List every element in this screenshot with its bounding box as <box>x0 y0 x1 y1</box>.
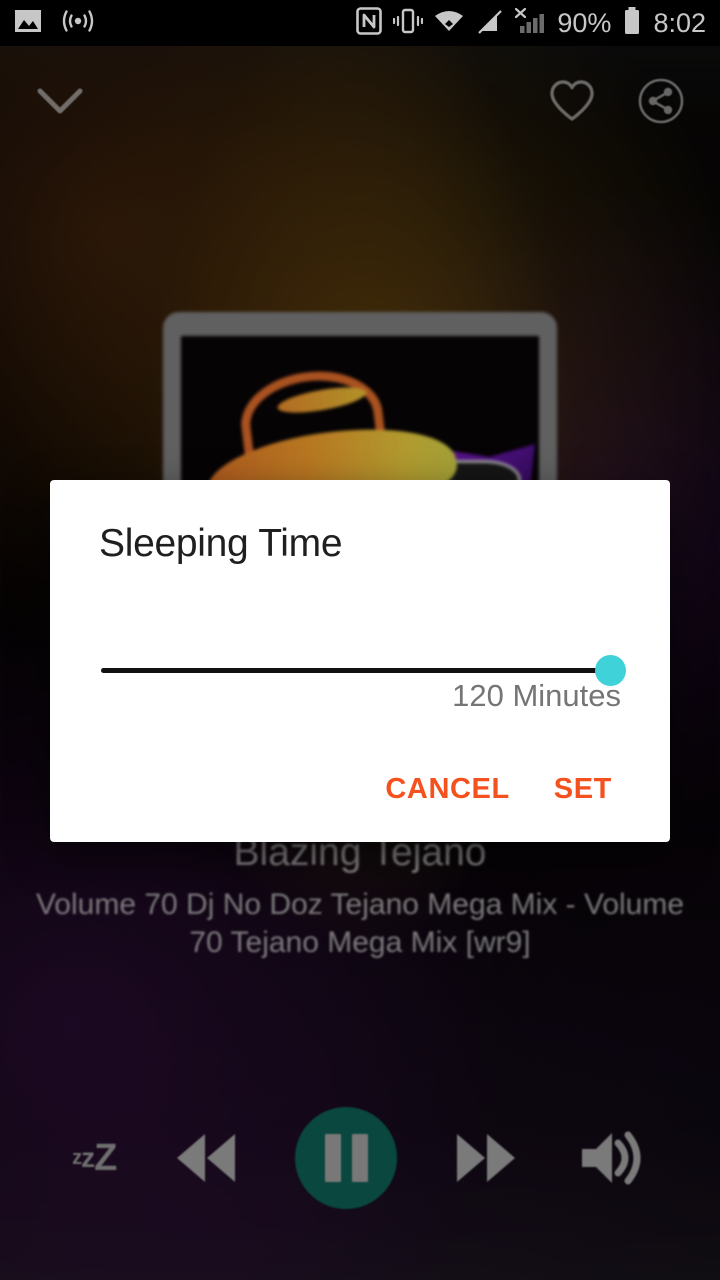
set-button[interactable]: SET <box>532 763 634 816</box>
sleeping-time-dialog: Sleeping Time 120 Minutes CANCEL SET <box>50 480 670 842</box>
slider-value-label: 120 Minutes <box>452 678 621 713</box>
slider-track[interactable] <box>101 668 619 673</box>
player-screen: Blazing Blazing Tejano Volume 70 Dj No D… <box>0 0 720 1280</box>
cancel-button[interactable]: CANCEL <box>363 763 531 816</box>
dialog-title: Sleeping Time <box>99 522 343 565</box>
dialog-actions: CANCEL SET <box>363 763 634 816</box>
